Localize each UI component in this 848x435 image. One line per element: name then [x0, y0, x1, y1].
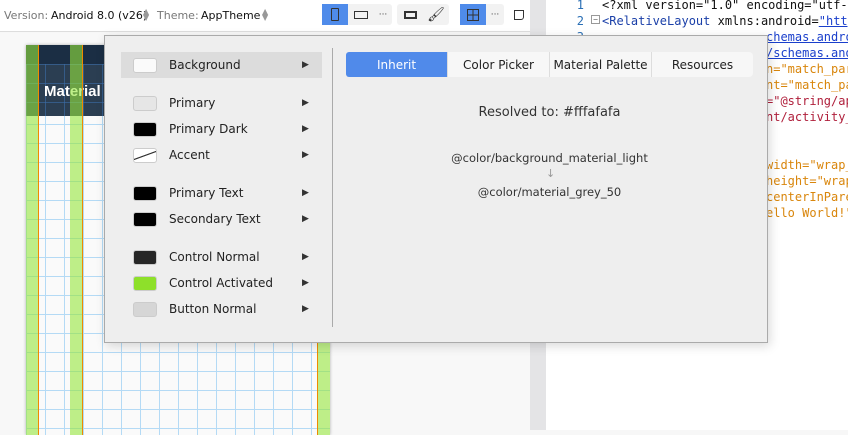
paint-button[interactable]: 🖌 — [423, 4, 449, 25]
chevron-right-icon: ▶ — [302, 60, 309, 70]
blueprint-button[interactable] — [460, 4, 486, 25]
code-line: chemas.andro — [766, 30, 848, 44]
toggle-panel-button[interactable] — [506, 4, 532, 25]
theme-attr-primary-text[interactable]: Primary Text ▶ — [121, 180, 322, 206]
tab-color-picker[interactable]: Color Picker — [447, 52, 549, 77]
color-source-tabs: Inherit Color Picker Material Palette Re… — [346, 52, 753, 77]
color-swatch — [133, 275, 157, 291]
theme-attr-control-normal[interactable]: Control Normal ▶ — [121, 244, 322, 270]
theme-attr-label: Primary — [169, 96, 216, 110]
chevron-right-icon: ▶ — [302, 188, 309, 198]
chevron-right-icon: ▶ — [302, 252, 309, 262]
line-number: 1 — [576, 0, 584, 12]
grid-icon — [467, 8, 479, 21]
code-line: width="wrap_ — [766, 158, 848, 172]
theme-attr-label: Secondary Text — [169, 212, 261, 226]
tab-inherit[interactable]: Inherit — [346, 52, 447, 77]
phone-portrait-icon — [331, 8, 339, 21]
color-swatch — [133, 95, 157, 111]
theme-attr-secondary-text[interactable]: Secondary Text ▶ — [121, 206, 322, 232]
chevron-right-icon: ▶ — [302, 150, 309, 160]
color-swatch — [133, 57, 157, 73]
chevron-right-icon: ▶ — [302, 278, 309, 288]
keyline — [38, 45, 39, 435]
fold-icon[interactable]: − — [591, 15, 600, 24]
view-more-button[interactable]: ··· — [486, 4, 504, 25]
theme-attr-control-activated[interactable]: Control Activated ▶ — [121, 270, 322, 296]
updown-icon: ▲ ▼ — [143, 7, 150, 22]
code-line: height="wrap — [766, 174, 848, 188]
theme-attr-label: Control Activated — [169, 276, 273, 290]
tab-material-palette[interactable]: Material Palette — [549, 52, 651, 77]
color-swatch — [133, 249, 157, 265]
code-line: centerInPare — [766, 190, 848, 204]
theme-attr-label: Primary Text — [169, 186, 244, 200]
chevron-right-icon: ▶ — [302, 124, 309, 134]
code-line: nt="match_pa — [766, 78, 848, 92]
version-label: Version: — [4, 9, 49, 22]
margin-guide — [70, 45, 82, 435]
code-line: ="@string/ap — [766, 94, 848, 108]
portrait-button[interactable] — [322, 4, 348, 25]
brush-icon: 🖌 — [427, 6, 445, 23]
version-select[interactable]: Android 8.0 (v26) — [51, 9, 147, 22]
code-line: nt/activity_ — [766, 110, 848, 124]
color-swatch — [133, 121, 157, 137]
phone-landscape-icon — [354, 10, 368, 19]
theme-attr-accent[interactable]: Accent ▶ — [121, 142, 322, 168]
code-line: <RelativeLayout xmlns:android="http — [602, 13, 848, 29]
margin-guide — [26, 45, 38, 435]
chevron-right-icon: ▶ — [302, 214, 309, 224]
line-number: 2 — [576, 14, 584, 28]
theme-attr-label: Primary Dark — [169, 122, 248, 136]
arrow-down-icon: ↓ — [546, 167, 556, 180]
resource-chain-item: @color/background_material_light — [451, 151, 648, 165]
orientation-more-button[interactable]: ··· — [374, 4, 392, 25]
code-attr: xmlns:android= — [710, 14, 819, 28]
tab-resources[interactable]: Resources — [651, 52, 753, 77]
panel-icon — [514, 9, 524, 20]
code-line: ello World!" — [766, 206, 848, 220]
color-swatch — [133, 185, 157, 201]
code-tag: <RelativeLayout — [602, 14, 711, 28]
updown-icon: ▲ ▼ — [262, 7, 269, 22]
theme-attr-label: Accent — [169, 148, 210, 162]
landscape-button[interactable] — [348, 4, 374, 25]
code-line: <?xml version="1.0" encoding="utf-8 — [602, 0, 848, 12]
design-toolbar: Version: Android 8.0 (v26) ▲ ▼ Theme: App… — [0, 0, 530, 32]
theme-attr-primary-dark[interactable]: Primary Dark ▶ — [121, 116, 322, 142]
device-frame-button[interactable] — [397, 4, 423, 25]
device-frame-icon — [403, 10, 417, 19]
theme-color-popup: Background ▶ Primary ▶ Primary Dark ▶ Accent ▶ P… — [104, 35, 768, 343]
theme-attr-label: Background — [169, 58, 241, 72]
theme-attr-primary[interactable]: Primary ▶ — [121, 90, 322, 116]
color-swatch — [133, 147, 157, 163]
color-swatch — [133, 211, 157, 227]
code-url[interactable]: "http — [819, 14, 848, 28]
chevron-right-icon: ▶ — [302, 304, 309, 314]
chevron-right-icon: ▶ — [302, 98, 309, 108]
theme-select[interactable]: AppTheme — [201, 9, 260, 22]
color-swatch — [133, 301, 157, 317]
divider — [332, 48, 333, 327]
code-line: /schemas.and — [766, 46, 848, 60]
theme-label: Theme: — [157, 9, 199, 22]
theme-attr-label: Button Normal — [169, 302, 257, 316]
keyline — [82, 45, 83, 435]
code-line: n="match_par — [766, 62, 848, 76]
resource-chain-item: @color/material_grey_50 — [477, 185, 622, 199]
theme-attr-label: Control Normal — [169, 250, 260, 264]
resolved-color: Resolved to: #fffafafa — [478, 105, 621, 120]
theme-attr-button-normal[interactable]: Button Normal ▶ — [121, 296, 322, 322]
theme-attr-background[interactable]: Background ▶ — [121, 52, 322, 78]
